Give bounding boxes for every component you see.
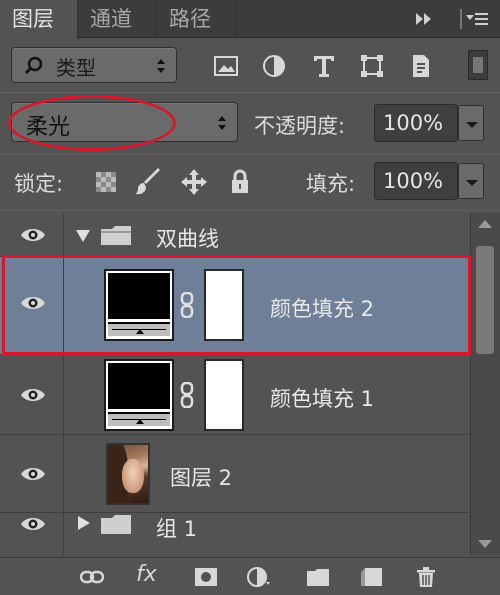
search-icon <box>24 56 43 75</box>
layer-name: 图层 2 <box>170 466 233 490</box>
divider <box>0 210 500 211</box>
adjustment-filter-icon[interactable] <box>260 52 288 80</box>
updown-arrows-icon <box>218 116 226 130</box>
scroll-up-arrow-icon[interactable] <box>478 220 492 228</box>
layer-row[interactable]: 颜色填充 1 <box>0 355 470 435</box>
disclosure-triangle-open-icon[interactable] <box>76 230 90 242</box>
visibility-column <box>0 213 64 256</box>
add-layer-style-button[interactable]: fx <box>136 562 157 587</box>
opacity-label: 不透明度: <box>254 114 346 138</box>
link-chain-icon[interactable] <box>180 292 194 318</box>
layer-thumbnail-photo <box>106 443 150 505</box>
link-chain-icon[interactable] <box>180 382 194 408</box>
folder-icon <box>101 515 131 534</box>
blend-mode-label: 柔光 <box>26 115 71 140</box>
layer-thumbnail <box>104 359 174 431</box>
layer-mask-thumbnail[interactable] <box>204 359 244 431</box>
filter-kind-label: 类型 <box>56 56 96 80</box>
filter-kind-select[interactable]: 类型 <box>11 47 177 83</box>
layer-row-group-closed[interactable]: 组 1 <box>0 513 470 555</box>
visibility-eye-icon[interactable] <box>20 387 46 403</box>
layer-row-group-open[interactable]: 双曲线 <box>0 213 470 257</box>
panel-menu-icon[interactable] <box>460 6 490 32</box>
folder-icon <box>101 226 131 245</box>
panel-tab-bar: 图层 通道 路径 <box>0 0 500 39</box>
updown-arrows-icon <box>157 59 165 73</box>
divider <box>0 92 500 93</box>
layers-list: 双曲线 颜色填充 2 颜色填充 1 图层 2 组 1 <box>0 213 470 555</box>
fill-dropdown-button[interactable] <box>458 163 484 199</box>
tab-paths[interactable]: 路径 <box>157 0 236 38</box>
fill-input[interactable]: 100% <box>374 162 458 200</box>
layer-name: 组 1 <box>156 517 198 541</box>
visibility-column <box>0 257 64 354</box>
layers-panel: 图层 通道 路径 类型 柔光 不透明度: 100% 锁定: 填充: 100% 双… <box>0 0 500 595</box>
lock-label: 锁定: <box>14 172 64 196</box>
visibility-eye-icon[interactable] <box>20 516 46 532</box>
filter-toggle-switch[interactable] <box>468 50 488 80</box>
visibility-column <box>0 513 64 555</box>
layer-name: 颜色填充 2 <box>270 297 375 321</box>
opacity-input[interactable]: 100% <box>374 104 458 142</box>
layer-row[interactable]: 图层 2 <box>0 435 470 513</box>
new-layer-icon[interactable] <box>360 566 384 588</box>
blend-mode-select[interactable]: 柔光 <box>11 102 238 142</box>
tab-layers[interactable]: 图层 <box>0 0 78 39</box>
lock-position-icon[interactable] <box>180 168 208 196</box>
new-group-icon[interactable] <box>306 566 330 588</box>
opacity-dropdown-button[interactable] <box>458 105 484 141</box>
visibility-eye-icon[interactable] <box>20 227 46 243</box>
disclosure-triangle-closed-icon[interactable] <box>78 516 90 530</box>
layer-thumbnail <box>104 269 174 341</box>
layer-name: 双曲线 <box>156 227 219 251</box>
lock-image-pixels-icon[interactable] <box>134 168 162 196</box>
scroll-down-arrow-icon[interactable] <box>478 540 492 548</box>
lock-all-icon[interactable] <box>226 168 254 196</box>
fill-label: 填充: <box>306 172 356 196</box>
delete-layer-icon[interactable] <box>414 566 438 588</box>
layer-mask-thumbnail[interactable] <box>204 269 244 341</box>
visibility-column <box>0 435 64 512</box>
divider <box>0 154 500 155</box>
layer-name: 颜色填充 1 <box>270 387 375 411</box>
lock-transparent-pixels-icon[interactable] <box>92 168 120 196</box>
visibility-eye-icon[interactable] <box>20 466 46 482</box>
smart-object-filter-icon[interactable] <box>406 52 434 80</box>
tab-channels[interactable]: 通道 <box>78 0 157 38</box>
new-adjustment-layer-icon[interactable] <box>246 566 270 588</box>
link-layers-icon[interactable] <box>80 566 104 588</box>
scrollbar-thumb[interactable] <box>476 246 494 354</box>
layer-row-selected[interactable]: 颜色填充 2 <box>0 257 470 355</box>
visibility-column <box>0 355 64 434</box>
type-filter-icon[interactable] <box>310 52 338 80</box>
shape-filter-icon[interactable] <box>358 52 386 80</box>
visibility-eye-icon[interactable] <box>20 295 46 311</box>
image-filter-icon[interactable] <box>212 52 240 80</box>
add-mask-icon[interactable] <box>194 566 218 588</box>
collapse-panel-icon[interactable] <box>413 6 435 32</box>
